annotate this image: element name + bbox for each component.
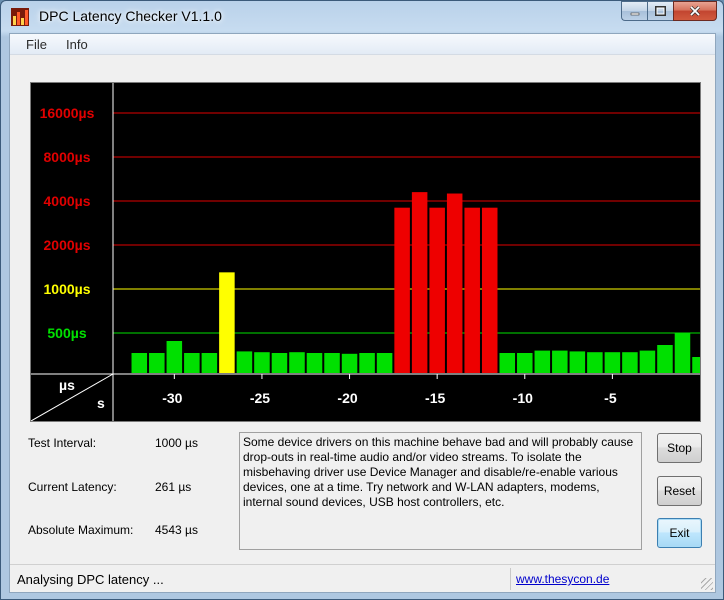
latency-bar xyxy=(657,345,673,373)
exit-button[interactable]: Exit xyxy=(657,518,702,548)
minimize-button[interactable] xyxy=(621,1,647,21)
latency-bar xyxy=(639,350,656,373)
absolute-maximum-value: 4543 µs xyxy=(155,523,198,537)
x-tick-label: -10 xyxy=(513,390,533,406)
y-tick-label: 8000µs xyxy=(44,149,91,165)
x-tick-label: -30 xyxy=(162,390,182,406)
latency-chart: 16000µs 8000µs 4000µs 2000µs 1000µs 500µs µs s -… xyxy=(30,82,701,422)
client-area: File Info 16000µs 8000µs 4000µs 2000µs 1000µ… xyxy=(9,33,716,593)
latency-bar xyxy=(166,341,183,373)
latency-bar xyxy=(534,350,551,373)
status-bar: Analysing DPC latency ... www.thesycon.d… xyxy=(10,564,715,592)
latency-bar xyxy=(622,352,638,373)
caption-buttons xyxy=(621,1,717,21)
test-interval-label: Test Interval: xyxy=(28,436,97,450)
latency-bar xyxy=(429,207,445,373)
latency-bar xyxy=(341,353,358,373)
x-tick-label: -25 xyxy=(250,390,270,406)
window-title: DPC Latency Checker V1.1.0 xyxy=(39,8,222,24)
latency-bar xyxy=(674,333,691,373)
latency-bar xyxy=(149,353,165,373)
test-interval-value: 1000 µs xyxy=(155,436,198,450)
close-button[interactable] xyxy=(673,1,717,21)
y-tick-label: 4000µs xyxy=(44,193,91,209)
latency-bar xyxy=(289,352,305,373)
latency-bar xyxy=(236,351,253,373)
y-tick-label: 16000µs xyxy=(40,105,95,121)
menu-bar: File Info xyxy=(10,34,715,55)
latency-bar xyxy=(324,353,340,373)
latency-bar xyxy=(394,207,410,373)
reset-button[interactable]: Reset xyxy=(657,476,702,506)
latency-bar xyxy=(552,350,568,373)
x-tick-label: -15 xyxy=(425,390,445,406)
website-link[interactable]: www.thesycon.de xyxy=(516,572,609,586)
y-tick-label: 1000µs xyxy=(44,281,91,297)
menu-info[interactable]: Info xyxy=(66,37,88,52)
y-unit-label: µs xyxy=(59,377,75,393)
maximize-icon xyxy=(655,6,666,16)
latency-bar xyxy=(569,351,586,373)
latency-bar xyxy=(219,272,235,373)
latency-bar xyxy=(464,207,480,373)
latency-bar xyxy=(446,193,463,373)
x-tick-label: -5 xyxy=(604,390,617,406)
status-separator xyxy=(510,568,511,590)
current-latency-value: 261 µs xyxy=(155,480,192,494)
close-icon xyxy=(689,5,701,17)
latency-bar xyxy=(131,353,148,373)
latency-bar xyxy=(692,357,700,373)
y-tick-label: 500µs xyxy=(47,325,86,341)
latency-bar xyxy=(481,207,498,373)
x-tick-label: -20 xyxy=(337,390,357,406)
minimize-icon xyxy=(630,12,639,16)
latency-bar xyxy=(517,353,533,373)
latency-bar xyxy=(359,353,375,373)
latency-bar xyxy=(201,353,218,373)
latency-bar xyxy=(604,352,621,373)
title-bar[interactable]: DPC Latency Checker V1.1.0 xyxy=(1,1,723,33)
app-window: DPC Latency Checker V1.1.0 File Info 160… xyxy=(0,0,724,600)
x-unit-label: s xyxy=(97,395,105,411)
latency-chart-svg: 16000µs 8000µs 4000µs 2000µs 1000µs 500µs µs s -… xyxy=(31,83,700,421)
latency-bar xyxy=(376,353,393,373)
app-bars-icon xyxy=(11,8,29,26)
latency-bar xyxy=(254,352,270,373)
diagnostic-message: Some device drivers on this machine beha… xyxy=(239,432,642,550)
maximize-button[interactable] xyxy=(647,1,673,21)
resize-grip-icon[interactable] xyxy=(701,578,713,590)
menu-file[interactable]: File xyxy=(26,37,47,52)
latency-bar xyxy=(499,353,516,373)
latency-bar xyxy=(184,353,200,373)
absolute-maximum-label: Absolute Maximum: xyxy=(28,523,134,537)
latency-bar xyxy=(587,352,603,373)
current-latency-label: Current Latency: xyxy=(28,480,117,494)
status-text: Analysing DPC latency ... xyxy=(17,572,164,587)
y-tick-label: 2000µs xyxy=(44,237,91,253)
latency-bar xyxy=(411,192,428,373)
stop-button[interactable]: Stop xyxy=(657,433,702,463)
latency-bar xyxy=(271,353,288,373)
latency-bar xyxy=(306,353,323,373)
